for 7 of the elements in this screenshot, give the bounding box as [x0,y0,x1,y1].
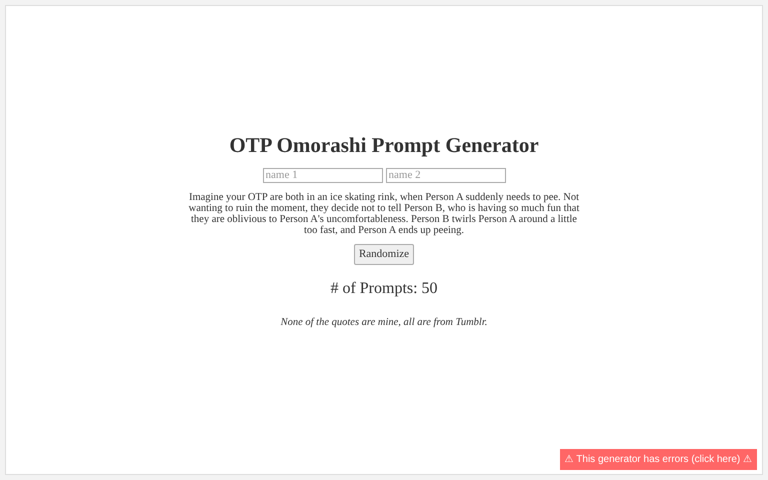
prompt-text: Imagine your OTP are both in an ice skating rink, when Person A suddenly needs to pee. Not wanting to ruin the moment, they decide not to tell Person B, who is having so much fun that they are oblivious to Person A's uncomfortableness. Person B twirls Person A around a little too fast, and Person A ends up peeing. [188,192,580,236]
randomize-button[interactable]: Randomize [354,244,414,264]
name-field[interactable]: name 1 [262,168,382,183]
name-field[interactable]: name 2 [386,168,506,183]
page-title: OTP Omorashi Prompt Generator [229,132,539,158]
source-note: None of the quotes are mine, all are from Tumblr. [280,316,488,330]
prompt-count: # of Prompts: 50 [330,278,438,298]
